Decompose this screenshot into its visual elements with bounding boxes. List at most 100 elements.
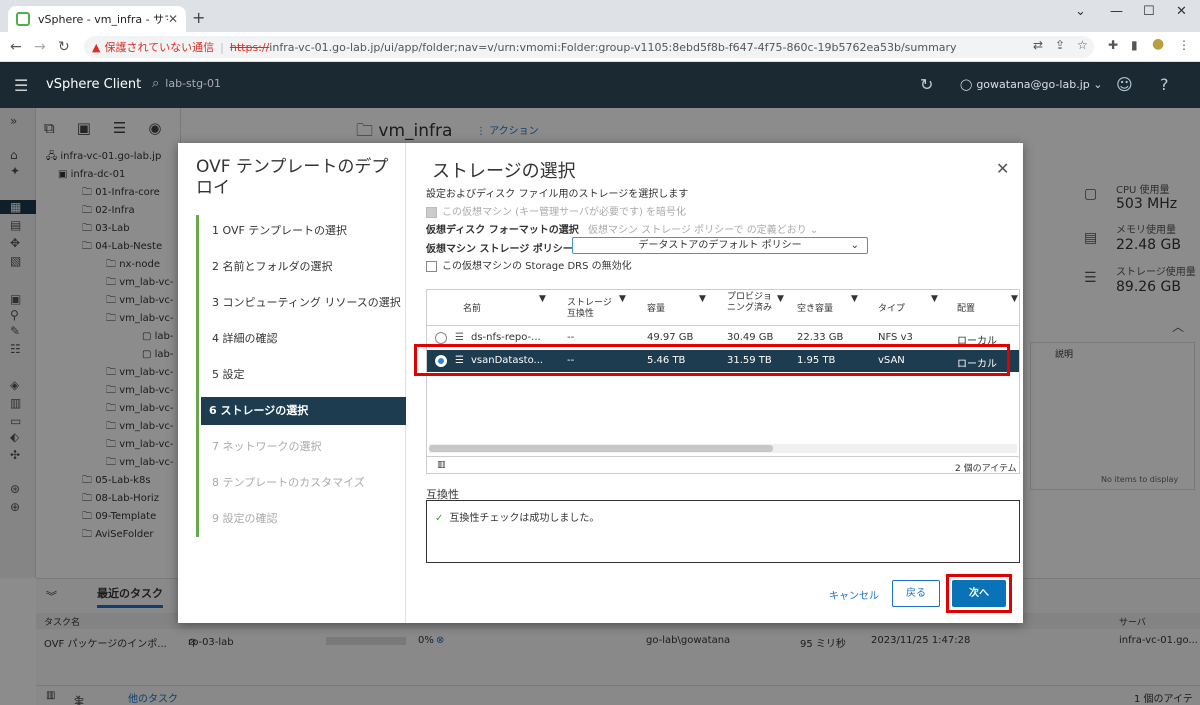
policy-row: 仮想マシン ストレージ ポリシー データストアのデフォルト ポリシー ⌄: [426, 237, 1020, 255]
security-warning-text: 保護されていない通信: [104, 41, 215, 54]
tab-search-chevron-icon[interactable]: ⌄: [1075, 4, 1086, 19]
chevron-down-icon: ⌄: [850, 240, 859, 251]
share-icon[interactable]: ⇪: [1055, 38, 1065, 52]
row-radio[interactable]: [435, 332, 447, 344]
cell-name: ds-nfs-repo-...: [471, 332, 541, 343]
maximize-icon[interactable]: ☐: [1143, 4, 1155, 19]
disk-format-value: 仮想マシン ストレージ ポリシーで の定義どおり: [587, 225, 807, 236]
address-bar: ← → ↻ ▲ 保護されていない通信 | https:// infra-vc-0…: [0, 32, 1200, 62]
app-brand: vSphere Client: [46, 77, 142, 92]
feedback-smiley-icon[interactable]: ☺: [1116, 75, 1133, 94]
filter-icon[interactable]: ▼: [539, 294, 546, 305]
hamburger-menu-icon[interactable]: ☰: [14, 76, 28, 95]
item-count: 2 個のアイテム: [955, 464, 1017, 474]
help-icon[interactable]: ?: [1160, 75, 1169, 94]
cell-provisioned: 30.49 GB: [727, 332, 774, 343]
step-9: 9 設定の確認: [212, 512, 278, 525]
deploy-ovf-wizard: OVF テンプレートのデプロイ 1 OVF テンプレートの選択 2 名前とフォル…: [178, 143, 1023, 623]
compat-message: 互換性チェックは成功しました。: [449, 513, 600, 524]
cancel-button[interactable]: キャンセル: [829, 587, 879, 602]
completed-steps-bar: [196, 215, 199, 537]
horizontal-scrollbar[interactable]: [429, 444, 1017, 453]
filter-icon[interactable]: ▼: [851, 294, 858, 305]
policy-value: データストアのデフォルト ポリシー: [638, 240, 802, 251]
back-icon[interactable]: ←: [10, 39, 22, 55]
vsphere-favicon-icon: [16, 12, 30, 26]
selected-row-highlight: [414, 344, 1010, 376]
step-3[interactable]: 3 コンピューティング リソースの選択: [204, 289, 406, 317]
side-panel-icon[interactable]: ▮: [1131, 38, 1138, 52]
translate-icon[interactable]: ⇄: [1033, 38, 1043, 52]
user-name: gowatana@go-lab.jp: [976, 78, 1090, 91]
col-name[interactable]: 名前: [463, 304, 481, 315]
col-capacity[interactable]: 容量: [647, 304, 665, 315]
bookmark-star-icon[interactable]: ☆: [1077, 38, 1088, 52]
filter-icon[interactable]: ▼: [931, 294, 938, 305]
step-1[interactable]: 1 OVF テンプレートの選択: [204, 217, 406, 245]
global-search[interactable]: ⌕ lab-stg-01: [152, 76, 221, 91]
user-icon: ◯: [960, 78, 973, 91]
col-provisioned[interactable]: プロビジョニング済み: [727, 292, 773, 314]
page-title: ストレージの選択: [432, 161, 576, 182]
url-separator: |: [220, 40, 224, 54]
search-icon: ⌕: [152, 76, 160, 91]
policy-label: 仮想マシン ストレージ ポリシー: [426, 244, 573, 255]
refresh-icon[interactable]: ↻: [920, 75, 933, 94]
step-6-current[interactable]: 6 ストレージの選択: [201, 397, 406, 425]
wizard-title: OVF テンプレートのデプロイ: [196, 157, 389, 198]
search-text: lab-stg-01: [165, 77, 222, 90]
filter-icon[interactable]: ▼: [619, 294, 626, 305]
browser-tab-bar: vSphere - vm_infra - サマリ ✕ + ⌄ — ☐ ✕: [0, 0, 1200, 32]
browser-menu-icon[interactable]: ⋮: [1178, 38, 1190, 52]
col-compat[interactable]: ストレージ互換性: [567, 298, 615, 320]
grid-footer: ▥ 2 個のアイテム: [427, 456, 1019, 474]
col-free[interactable]: 空き容量: [797, 304, 833, 315]
forward-icon[interactable]: →: [34, 39, 46, 55]
filter-icon[interactable]: ▼: [777, 294, 784, 305]
step-7: 7 ネットワークの選択: [212, 440, 322, 453]
reload-icon[interactable]: ↻: [58, 39, 70, 55]
grid-header: 名前 ストレージ互換性 容量 プロビジョニング済み 空き容量 タイプ 配置 ▼ …: [427, 290, 1019, 326]
encrypt-option: この仮想マシン (キー管理サーバが必要です) を暗号化: [426, 203, 686, 218]
cell-compat: --: [567, 332, 575, 343]
drs-label: この仮想マシンの Storage DRS の無効化: [442, 261, 632, 272]
url-field[interactable]: ▲ 保護されていない通信 | https:// infra-vc-01.go-l…: [84, 36, 1094, 58]
step-8: 8 テンプレートのカスタマイズ: [212, 476, 365, 489]
close-icon[interactable]: ✕: [996, 159, 1009, 178]
disk-format-label: 仮想ディスク フォーマットの選択: [426, 225, 579, 236]
column-toggle-icon[interactable]: ▥: [437, 460, 446, 470]
filter-icon[interactable]: ▼: [1011, 294, 1018, 305]
new-tab-icon[interactable]: +: [192, 8, 205, 27]
back-button[interactable]: 戻る: [892, 580, 940, 607]
cell-type: NFS v3: [878, 332, 913, 343]
step-2[interactable]: 2 名前とフォルダの選択: [204, 253, 406, 281]
page-description: 設定およびディスク ファイル用のストレージを選択します: [426, 189, 689, 200]
col-type[interactable]: タイプ: [878, 304, 905, 315]
datastore-icon: ☰: [455, 332, 464, 343]
encrypt-checkbox[interactable]: [426, 206, 437, 218]
user-menu[interactable]: ◯ gowatana@go-lab.jp ⌄: [960, 78, 1102, 91]
check-icon: ✓: [435, 513, 444, 524]
disk-format-select[interactable]: 仮想マシン ストレージ ポリシーで の定義どおり ⌄: [588, 225, 818, 236]
close-tab-icon[interactable]: ✕: [168, 12, 178, 26]
browser-tab[interactable]: vSphere - vm_infra - サマリ ✕: [8, 6, 186, 32]
col-placement[interactable]: 配置: [957, 304, 975, 315]
compat-box: ✓ 互換性チェックは成功しました。: [426, 500, 1020, 563]
next-button-highlight: [946, 574, 1012, 613]
step-5[interactable]: 5 設定: [204, 361, 406, 389]
minimize-icon[interactable]: —: [1110, 4, 1123, 19]
cell-capacity: 49.97 GB: [647, 332, 694, 343]
extensions-icon[interactable]: ✚: [1108, 38, 1118, 52]
vsphere-header: ☰ vSphere Client ⌕ lab-stg-01 ↻ ◯ gowatana…: [0, 62, 1200, 108]
profile-avatar[interactable]: ●: [1152, 36, 1164, 52]
filter-icon[interactable]: ▼: [699, 294, 706, 305]
scroll-thumb[interactable]: [429, 445, 773, 452]
policy-select[interactable]: データストアのデフォルト ポリシー ⌄: [572, 237, 868, 254]
wizard-content: ストレージの選択 ✕ 設定およびディスク ファイル用のストレージを選択します こ…: [414, 143, 1023, 623]
drs-checkbox[interactable]: [426, 260, 437, 272]
window-close-icon[interactable]: ✕: [1176, 4, 1187, 19]
browser-tab-title: vSphere - vm_infra - サマリ: [38, 13, 168, 26]
step-4[interactable]: 4 詳細の確認: [204, 325, 406, 353]
url-text: infra-vc-01.go-lab.jp/ui/app/folder;nav=…: [269, 40, 957, 54]
url-scheme: https://: [229, 40, 270, 54]
